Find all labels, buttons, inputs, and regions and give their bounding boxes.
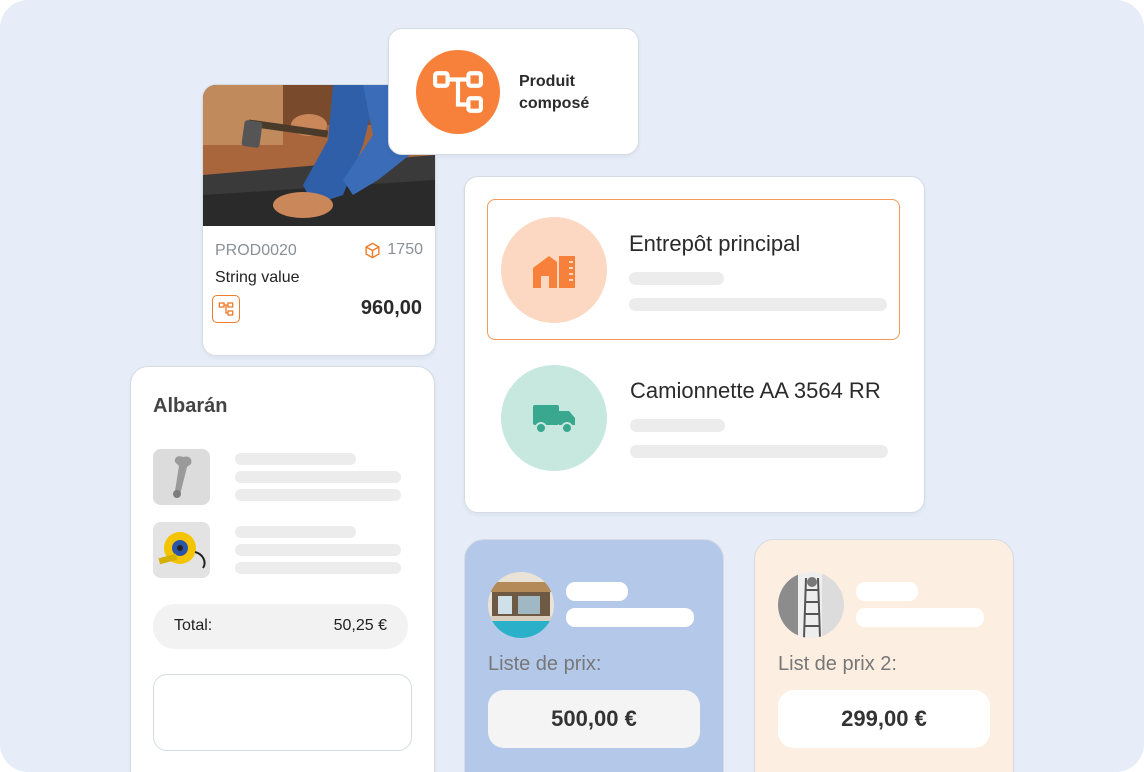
price-amount: 500,00 € xyxy=(488,690,700,748)
product-name: String value xyxy=(215,269,300,286)
location-card: Entrepôt principal Camionnette AA 3564 R… xyxy=(464,176,925,513)
warehouse-icon-badge xyxy=(501,217,607,323)
wrench-icon xyxy=(153,449,210,505)
product-price: 960,00 xyxy=(360,297,422,319)
placeholder-line xyxy=(630,445,888,458)
warehouse-icon xyxy=(533,256,575,288)
ladder-interior-photo xyxy=(778,572,844,638)
price-list-label: Liste de prix: xyxy=(488,653,602,675)
truck-icon-badge xyxy=(501,365,607,471)
product-sku: PROD0020 xyxy=(215,242,297,259)
hierarchy-icon-badge xyxy=(416,50,500,134)
placeholder-line xyxy=(566,608,694,627)
box-icon xyxy=(365,242,380,258)
product-stock: 1750 xyxy=(364,241,423,259)
placeholder-line xyxy=(629,298,887,311)
pool-house-photo xyxy=(488,572,554,638)
delivery-note-card: Albarán Total: 50,25 € xyxy=(130,366,435,772)
location-name: Camionnette AA 3564 RR xyxy=(630,378,881,403)
notes-field[interactable] xyxy=(153,674,412,751)
placeholder-line xyxy=(235,489,401,501)
canvas: PROD0020 1750 String value 960,00 Produi… xyxy=(0,0,1144,772)
composite-tag-label: Produit composé xyxy=(519,73,590,112)
truck-icon xyxy=(533,405,575,434)
placeholder-line xyxy=(235,526,356,538)
stock-count: 1750 xyxy=(387,241,423,258)
total-row: Total: 50,25 € xyxy=(153,604,408,649)
tape-measure-icon xyxy=(153,522,210,578)
placeholder-line xyxy=(629,272,724,285)
composite-product-tag: Produit composé xyxy=(388,28,639,155)
placeholder-line xyxy=(235,544,401,556)
price-list-card[interactable]: List de prix 2: 299,00 € xyxy=(754,539,1014,772)
price-list-label: List de prix 2: xyxy=(778,653,897,675)
placeholder-line xyxy=(630,419,725,432)
delivery-note-title: Albarán xyxy=(153,395,228,417)
location-item-selected[interactable]: Entrepôt principal xyxy=(487,199,900,340)
tape-measure-item-image xyxy=(153,522,210,578)
placeholder-line xyxy=(235,453,356,465)
placeholder-line xyxy=(235,562,401,574)
composite-badge xyxy=(212,295,240,323)
location-name: Entrepôt principal xyxy=(629,231,801,256)
placeholder-line xyxy=(856,582,918,601)
total-label: Total: xyxy=(174,617,213,634)
hierarchy-icon xyxy=(433,71,483,113)
price-list-card[interactable]: Liste de prix: 500,00 € xyxy=(464,539,724,772)
placeholder-line xyxy=(235,471,401,483)
placeholder-line xyxy=(566,582,628,601)
wrench-item-image xyxy=(153,449,210,505)
placeholder-line xyxy=(856,608,984,627)
total-value: 50,25 € xyxy=(333,617,387,634)
hierarchy-icon xyxy=(218,302,234,316)
price-amount: 299,00 € xyxy=(778,690,990,748)
